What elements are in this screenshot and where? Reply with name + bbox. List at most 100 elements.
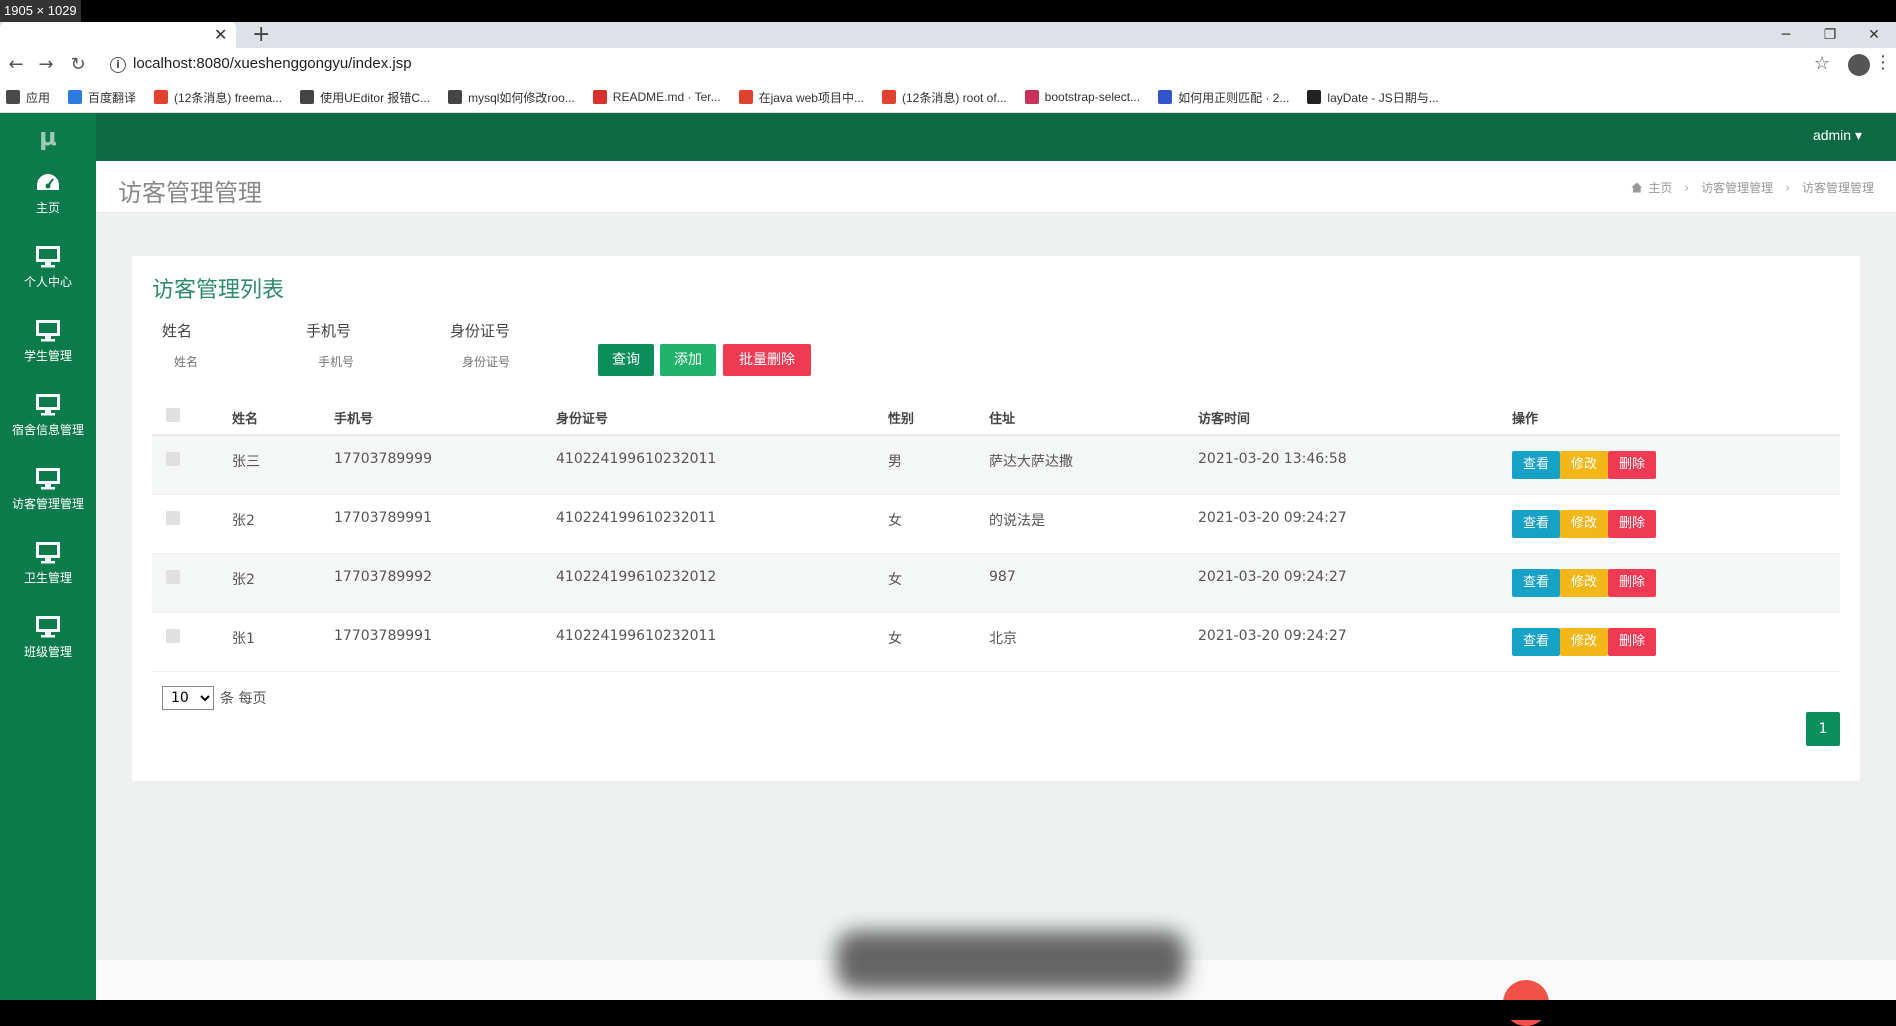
url-field[interactable]: localhost:8080/xueshenggongyu/index.jsp (133, 55, 412, 72)
delete-button[interactable]: 删除 (1608, 628, 1656, 656)
bookmark-item[interactable]: bootstrap-select... (1024, 90, 1140, 104)
delete-button[interactable]: 删除 (1608, 510, 1656, 538)
filter-name-label: 姓名 (162, 322, 193, 340)
new-tab-icon[interactable]: + (252, 22, 270, 48)
column-header: 操作 (1512, 412, 1539, 427)
view-button[interactable]: 查看 (1512, 569, 1560, 597)
dimension-label: 1905 × 1029 (0, 0, 81, 22)
bookmark-label: 在java web项目中... (758, 90, 864, 105)
bookmark-star-icon[interactable]: ☆ (1814, 53, 1830, 74)
top-bar: admin ▾ (96, 113, 1896, 161)
phone-input[interactable] (306, 352, 426, 372)
delete-button[interactable]: 删除 (1608, 451, 1656, 479)
sidebar-item[interactable]: 个人中心 (0, 235, 96, 309)
blurred-overlay (836, 931, 1186, 991)
restore-icon[interactable]: ❐ (1808, 22, 1852, 48)
bookmark-item[interactable]: (12条消息) freema... (154, 89, 282, 106)
browser-menu-icon[interactable]: ⋮ (1874, 52, 1892, 73)
edit-button[interactable]: 修改 (1560, 510, 1608, 538)
bookmark-item[interactable]: 如何用正则匹配 · 2... (1158, 89, 1289, 106)
monitor-icon (35, 319, 61, 343)
column-header: 手机号 (334, 412, 374, 427)
close-tab-icon[interactable]: ✕ (214, 25, 227, 45)
bookmark-icon (1307, 90, 1322, 104)
monitor-icon (35, 467, 61, 491)
home-icon (1631, 182, 1643, 193)
view-button[interactable]: 查看 (1512, 451, 1560, 479)
sidebar-item-label: 主页 (35, 201, 60, 215)
sidebar-item[interactable]: 班级管理 (0, 605, 96, 679)
id-number-input[interactable] (450, 352, 570, 372)
page-size-select[interactable]: 10 (162, 686, 214, 710)
batch-delete-button[interactable]: 批量删除 (723, 344, 811, 376)
bookmark-item[interactable]: (12条消息) root of... (881, 89, 1007, 106)
cell-gender: 女 (888, 572, 902, 588)
breadcrumb-section[interactable]: 访客管理管理 (1701, 179, 1773, 196)
sidebar-item-label: 班级管理 (23, 645, 72, 659)
cell-phone: 17703789999 (334, 451, 432, 467)
cell-id: 410224199610232011 (556, 451, 717, 467)
page-1-button[interactable]: 1 (1806, 712, 1840, 746)
bookmark-item[interactable]: 百度翻译 (68, 89, 136, 106)
column-header: 姓名 (232, 412, 259, 427)
sidebar-item[interactable]: 访客管理管理 (0, 457, 96, 531)
select-all-checkbox[interactable] (166, 408, 180, 422)
filter-phone: 手机号 (306, 320, 436, 372)
bookmark-item[interactable]: layDate - JS日期与... (1307, 89, 1439, 106)
screen: 1905 × 1029 ✕ + ─ ❐ ✕ ← → ↻ i localhost:… (0, 0, 1896, 1026)
row-checkbox[interactable] (166, 511, 180, 525)
view-button[interactable]: 查看 (1512, 628, 1560, 656)
close-window-icon[interactable]: ✕ (1852, 22, 1896, 48)
profile-icon[interactable] (1848, 54, 1870, 76)
edit-button[interactable]: 修改 (1560, 628, 1608, 656)
column-header: 身份证号 (556, 412, 609, 427)
bookmark-label: (12条消息) root of... (901, 90, 1007, 105)
reload-icon[interactable]: ↻ (66, 53, 90, 77)
search-button[interactable]: 查询 (598, 344, 654, 376)
sidebar-item[interactable]: 学生管理 (0, 309, 96, 383)
add-button[interactable]: 添加 (660, 344, 716, 376)
bookmark-item[interactable]: 使用UEditor 报错C... (300, 89, 430, 106)
bookmark-label: 百度翻译 (88, 90, 137, 105)
browser-tab[interactable]: ✕ (0, 22, 236, 48)
visitor-table: 姓名 手机号 身份证号 性别 住址 访客时间 操作 张三 17703789999 4… (152, 396, 1840, 672)
minimize-icon[interactable]: ─ (1764, 22, 1808, 48)
column-header: 性别 (888, 412, 915, 427)
delete-button[interactable]: 删除 (1608, 569, 1656, 597)
bookmark-label: README.md · Ter... (612, 90, 721, 104)
page-title: 访客管理管理 (118, 179, 262, 207)
cell-gender: 女 (888, 631, 902, 647)
back-icon[interactable]: ← (4, 53, 28, 77)
filter-id: 身份证号 (450, 320, 580, 372)
bookmark-icon (448, 90, 463, 104)
breadcrumb-separator: › (1785, 180, 1790, 195)
sidebar-item[interactable]: 卫生管理 (0, 531, 96, 605)
logo: μ (39, 123, 57, 151)
info-icon[interactable]: i (110, 57, 126, 73)
sidebar-item[interactable]: 宿舍信息管理 (0, 383, 96, 457)
app: μ 主页 个人中心 学生管理 宿舍信息管理 访客管理管理 卫生管理 班级管理 admin ▾… (0, 113, 1896, 1026)
breadcrumb-home[interactable]: 主页 (1648, 179, 1672, 196)
filter-phone-label: 手机号 (306, 322, 352, 340)
bookmarks-bar: 应用 百度翻译 (12条消息) freema... 使用UEditor 报错C... m… (0, 82, 1896, 113)
filter-id-label: 身份证号 (450, 322, 511, 340)
bookmark-item[interactable]: 在java web项目中... (738, 89, 864, 106)
user-menu[interactable]: admin ▾ (1813, 127, 1862, 144)
name-input[interactable] (162, 352, 282, 372)
cell-time: 2021-03-20 13:46:58 (1198, 451, 1347, 467)
view-button[interactable]: 查看 (1512, 510, 1560, 538)
row-checkbox[interactable] (166, 629, 180, 643)
row-checkbox[interactable] (166, 570, 180, 584)
bookmark-item[interactable]: 应用 (6, 89, 50, 106)
monitor-icon (35, 615, 61, 639)
edit-button[interactable]: 修改 (1560, 569, 1608, 597)
sidebar-item[interactable]: 主页 (0, 161, 96, 235)
tab-strip: ✕ + ─ ❐ ✕ (0, 22, 1896, 48)
bookmark-icon (1158, 90, 1173, 104)
bookmark-item[interactable]: README.md · Ter... (592, 90, 721, 104)
bookmark-item[interactable]: mysql如何修改roo... (448, 89, 575, 106)
edit-button[interactable]: 修改 (1560, 451, 1608, 479)
bookmark-icon (154, 90, 169, 104)
forward-icon[interactable]: → (34, 53, 58, 77)
row-checkbox[interactable] (166, 452, 180, 466)
